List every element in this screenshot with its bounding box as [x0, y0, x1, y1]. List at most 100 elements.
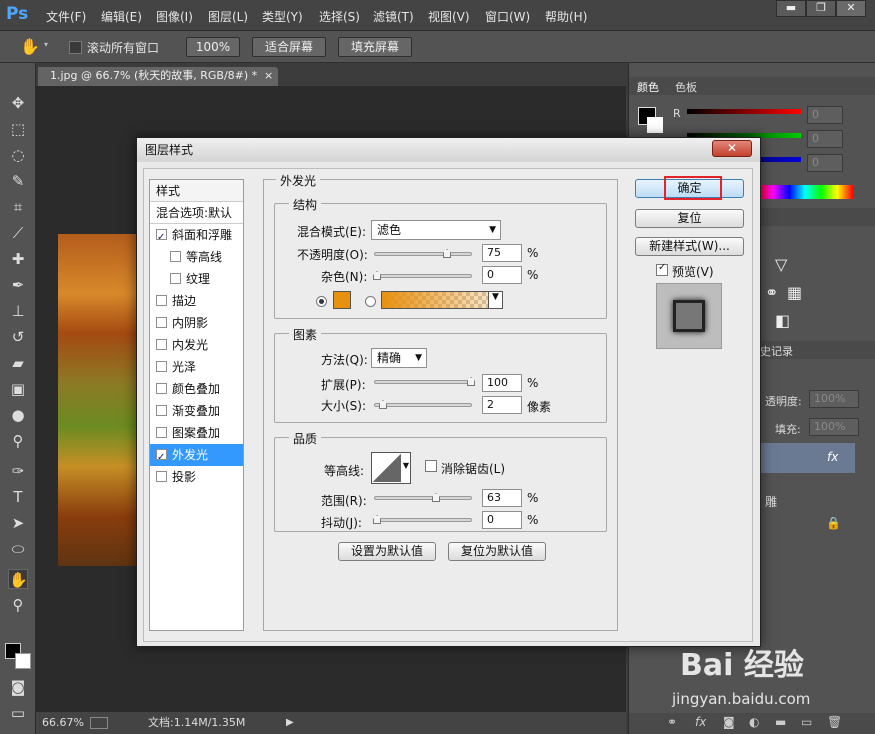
- zoom-level[interactable]: 66.67%: [42, 712, 84, 734]
- zoom-100-button[interactable]: 100%: [186, 37, 240, 57]
- menu-view[interactable]: 视图(V): [428, 8, 470, 25]
- tool-preset-arrow-icon[interactable]: ▾: [44, 40, 48, 49]
- style-item[interactable]: 投影: [150, 466, 243, 488]
- menu-edit[interactable]: 编辑(E): [101, 8, 142, 25]
- range-slider[interactable]: [374, 493, 472, 502]
- document-tab[interactable]: 1.jpg @ 66.7% (秋天的故事, RGB/8#) * ×: [38, 67, 278, 86]
- range-input[interactable]: 63: [482, 489, 522, 507]
- menu-filter[interactable]: 滤镜(T): [373, 8, 414, 25]
- zoom-tool-icon[interactable]: ⚲: [8, 595, 28, 615]
- style-item[interactable]: 斜面和浮雕: [150, 224, 243, 249]
- new-style-button[interactable]: 新建样式(W)...: [635, 237, 744, 256]
- fill-value[interactable]: 100%: [809, 418, 859, 436]
- spread-input[interactable]: 100: [482, 374, 522, 392]
- menu-type[interactable]: 类型(Y): [262, 8, 303, 25]
- type-tool-icon[interactable]: T: [8, 487, 28, 507]
- background-color-swatch[interactable]: [15, 653, 31, 669]
- range-slider-thumb[interactable]: [432, 493, 440, 502]
- method-select[interactable]: 精确 ▼: [371, 348, 427, 368]
- glow-color-swatch[interactable]: [333, 291, 351, 309]
- jitter-input[interactable]: 0: [482, 511, 522, 529]
- tab-history[interactable]: 史记录: [760, 343, 793, 359]
- menu-file[interactable]: 文件(F): [46, 8, 86, 25]
- history-brush-tool-icon[interactable]: ↺: [8, 327, 28, 347]
- preview-checkbox[interactable]: [656, 262, 668, 276]
- opacity-slider-thumb[interactable]: [443, 249, 451, 258]
- add-mask-icon[interactable]: ◙: [723, 715, 735, 729]
- style-item[interactable]: 渐变叠加: [150, 400, 243, 422]
- style-item[interactable]: 外发光: [150, 444, 243, 469]
- eyedropper-tool-icon[interactable]: ⟋: [8, 223, 28, 243]
- adjustment-threshold-icon[interactable]: ◧: [775, 311, 790, 330]
- color-ramp[interactable]: [757, 185, 853, 199]
- gradient-tool-icon[interactable]: ▣: [8, 379, 28, 399]
- spread-slider[interactable]: [374, 377, 475, 386]
- quick-mask-icon[interactable]: ◙: [8, 677, 28, 697]
- adjustment-mixer-icon[interactable]: ⚭: [765, 283, 778, 302]
- dialog-titlebar[interactable]: 图层样式: [137, 138, 760, 162]
- hand-tool-icon[interactable]: ✋: [20, 37, 40, 56]
- blend-options-item[interactable]: 混合选项:默认: [150, 202, 243, 224]
- gradient-dropdown-arrow-icon[interactable]: ▼: [488, 292, 502, 308]
- style-item[interactable]: 光泽: [150, 356, 243, 378]
- preview-label[interactable]: 预览(V): [672, 263, 714, 280]
- solid-color-radio[interactable]: [316, 296, 327, 307]
- new-adjustment-icon[interactable]: ◐: [749, 715, 759, 729]
- style-item-checkbox[interactable]: [170, 251, 181, 262]
- spread-slider-thumb[interactable]: [467, 377, 475, 386]
- g-value[interactable]: 0: [807, 130, 843, 148]
- style-item[interactable]: 等高线: [150, 246, 243, 268]
- size-slider-thumb[interactable]: [379, 400, 387, 409]
- status-menu-arrow-icon[interactable]: ▶: [286, 712, 294, 734]
- style-item[interactable]: 颜色叠加: [150, 378, 243, 400]
- screen-mode-icon[interactable]: ▭: [8, 703, 28, 723]
- menu-select[interactable]: 选择(S): [319, 8, 360, 25]
- layer-row-selected[interactable]: fx: [759, 443, 855, 473]
- opacity-value[interactable]: 100%: [809, 390, 859, 408]
- dialog-close-button[interactable]: ✕: [712, 140, 752, 157]
- menu-help[interactable]: 帮助(H): [545, 8, 587, 25]
- tab-swatches[interactable]: 色板: [675, 79, 697, 95]
- reset-button[interactable]: 复位: [635, 209, 744, 228]
- link-layers-icon[interactable]: ⚭: [667, 715, 677, 729]
- eraser-tool-icon[interactable]: ▰: [8, 353, 28, 373]
- size-slider[interactable]: [374, 400, 472, 409]
- menu-window[interactable]: 窗口(W): [485, 8, 530, 25]
- reset-default-button[interactable]: 复位为默认值: [448, 542, 546, 561]
- maximize-button[interactable]: ❐: [806, 0, 836, 17]
- blur-tool-icon[interactable]: ●: [8, 405, 28, 425]
- new-group-icon[interactable]: ▬: [775, 715, 786, 729]
- close-tab-icon[interactable]: ×: [264, 67, 273, 85]
- contour-picker[interactable]: ▼: [371, 452, 411, 484]
- style-item[interactable]: 内发光: [150, 334, 243, 356]
- style-item-checkbox[interactable]: [156, 317, 167, 328]
- noise-slider[interactable]: [373, 271, 472, 280]
- style-item[interactable]: 内阴影: [150, 312, 243, 334]
- style-item[interactable]: 图案叠加: [150, 422, 243, 444]
- style-item[interactable]: 描边: [150, 290, 243, 312]
- jitter-slider-thumb[interactable]: [373, 515, 381, 524]
- noise-input[interactable]: 0: [482, 266, 522, 284]
- path-select-tool-icon[interactable]: ➤: [8, 513, 28, 533]
- style-item-checkbox[interactable]: [170, 273, 181, 284]
- style-item-checkbox[interactable]: [156, 295, 167, 306]
- clone-stamp-tool-icon[interactable]: ⊥: [8, 301, 28, 321]
- pen-tool-icon[interactable]: ✑: [8, 461, 28, 481]
- minimize-button[interactable]: ▬: [776, 0, 806, 17]
- b-value[interactable]: 0: [807, 154, 843, 172]
- tab-color[interactable]: 颜色: [637, 79, 659, 95]
- marquee-tool-icon[interactable]: ⬚: [8, 119, 28, 139]
- style-item-checkbox[interactable]: [156, 339, 167, 350]
- fill-screen-button[interactable]: 填充屏幕: [338, 37, 412, 57]
- bg-color-chip[interactable]: [647, 117, 663, 133]
- scroll-all-windows-checkbox[interactable]: [69, 41, 82, 54]
- healing-brush-tool-icon[interactable]: ✚: [8, 249, 28, 269]
- menu-layer[interactable]: 图层(L): [208, 8, 248, 25]
- style-item-checkbox[interactable]: [156, 383, 167, 394]
- style-item[interactable]: 纹理: [150, 268, 243, 290]
- brush-tool-icon[interactable]: ✒: [8, 275, 28, 295]
- r-value[interactable]: 0: [807, 106, 843, 124]
- size-input[interactable]: 2: [482, 396, 522, 414]
- style-item-checkbox[interactable]: [156, 227, 167, 249]
- opacity-input[interactable]: 75: [482, 244, 522, 262]
